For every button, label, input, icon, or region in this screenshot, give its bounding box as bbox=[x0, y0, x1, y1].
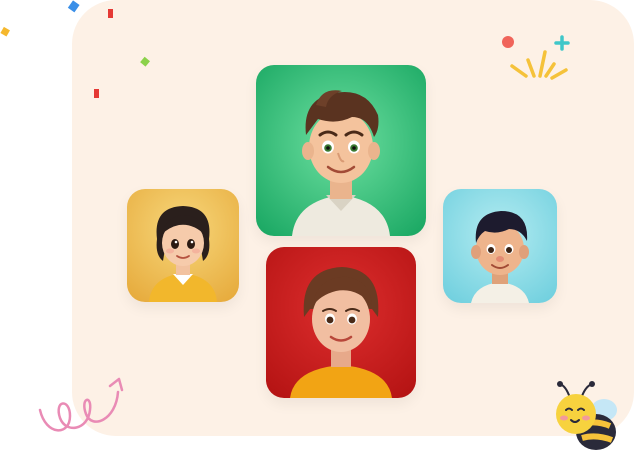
avatar-boy-small-icon bbox=[443, 189, 557, 303]
avatar-card-woman[interactable] bbox=[266, 247, 416, 398]
avatar-boy-icon bbox=[256, 65, 426, 236]
avatar-card-girl[interactable] bbox=[127, 189, 239, 302]
avatar-card-boy-small[interactable] bbox=[443, 189, 557, 303]
avatar-girl-icon bbox=[127, 189, 239, 302]
pink-squiggle-icon bbox=[38, 377, 124, 432]
bee-mascot-icon bbox=[556, 381, 617, 450]
sparkle-burst-icon bbox=[502, 35, 570, 80]
confetti-decoration bbox=[0, 0, 150, 98]
avatar-card-boy[interactable] bbox=[256, 65, 426, 236]
avatar-woman-icon bbox=[266, 247, 416, 398]
